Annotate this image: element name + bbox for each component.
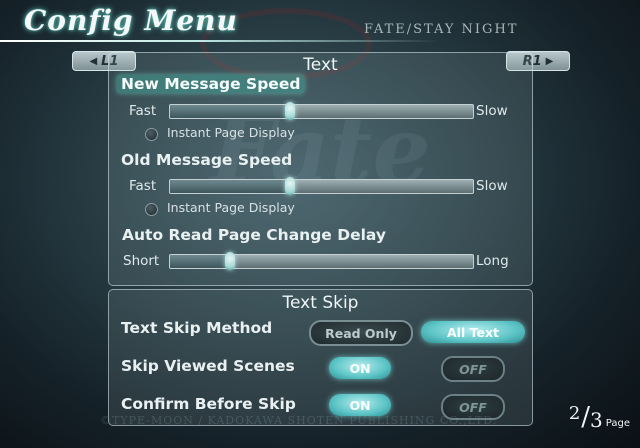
header-divider	[0, 40, 440, 42]
right-arrow-icon: ▶	[545, 55, 554, 67]
new-instant-page-label[interactable]: Instant Page Display	[167, 125, 295, 140]
new-instant-page-radio[interactable]	[145, 128, 158, 141]
total-pages: 3	[590, 408, 603, 432]
page-word: Page	[605, 418, 630, 429]
skip-viewed-scenes-label: Skip Viewed Scenes	[121, 357, 295, 375]
text-skip-panel: Text Skip Text Skip Method Read Only All…	[108, 289, 533, 426]
text-skip-method-label: Text Skip Method	[121, 319, 273, 337]
auto-delay-min-label: Short	[123, 253, 160, 269]
new-message-speed-label[interactable]: New Message Speed	[117, 75, 305, 93]
old-message-speed-label[interactable]: Old Message Speed	[121, 151, 292, 169]
left-arrow-icon: ◀	[89, 55, 98, 67]
auto-read-delay-fill	[170, 255, 231, 268]
copyright-text: ©TYPE-MOON / KADOKAWA SHOTEN PUBLISHING …	[100, 414, 498, 427]
old-message-speed-fill	[170, 180, 292, 193]
text-settings-panel: Text New Message Speed Fast Slow Instant…	[108, 52, 533, 286]
old-message-speed-knob[interactable]	[285, 177, 296, 195]
confirm-before-skip-label: Confirm Before Skip	[121, 395, 296, 413]
skip-panel-title: Text Skip	[282, 293, 359, 313]
read-only-option[interactable]: Read Only	[309, 320, 413, 346]
old-speed-max-label: Slow	[476, 178, 508, 194]
old-instant-page-label[interactable]: Instant Page Display	[167, 200, 295, 215]
new-speed-min-label: Fast	[129, 103, 157, 119]
game-title: FATE/STAY NIGHT	[364, 22, 519, 37]
old-speed-min-label: Fast	[129, 178, 157, 194]
current-page: 2	[568, 403, 581, 424]
auto-read-delay-slider[interactable]	[169, 254, 474, 269]
old-message-speed-slider[interactable]	[169, 179, 474, 194]
old-instant-page-radio[interactable]	[145, 203, 158, 216]
auto-delay-max-label: Long	[476, 253, 509, 269]
new-message-speed-fill	[170, 105, 292, 118]
confirm-skip-on-button[interactable]: ON	[329, 394, 391, 416]
page-indicator: 2 / 3 Page	[569, 402, 630, 432]
auto-read-delay-knob[interactable]	[224, 252, 235, 270]
new-message-speed-knob[interactable]	[285, 102, 296, 120]
page-title: Config Menu	[24, 4, 238, 37]
new-speed-max-label: Slow	[476, 103, 508, 119]
auto-read-delay-label[interactable]: Auto Read Page Change Delay	[122, 226, 386, 244]
page-slash: /	[581, 402, 591, 432]
all-text-option[interactable]: All Text	[421, 321, 525, 343]
skip-viewed-off-button[interactable]: OFF	[441, 356, 505, 382]
new-message-speed-slider[interactable]	[169, 104, 474, 119]
text-panel-title: Text	[303, 55, 338, 75]
skip-viewed-on-button[interactable]: ON	[329, 357, 391, 379]
